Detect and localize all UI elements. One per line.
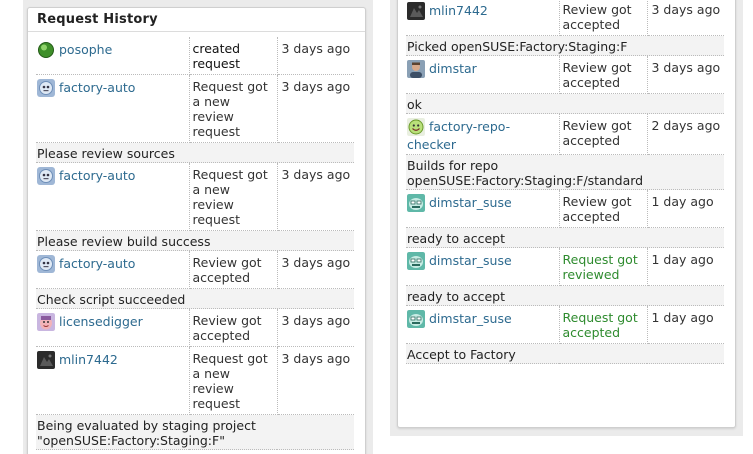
- history-row: licensedigger Review got accepted 3 days a…: [36, 308, 354, 347]
- green-smiley-icon: [407, 118, 425, 136]
- event-description: Review got accepted: [559, 189, 648, 228]
- bot-face-icon: [37, 255, 55, 273]
- user-link[interactable]: mlin7442: [429, 3, 488, 18]
- event-time: 3 days ago: [277, 346, 354, 415]
- user-link[interactable]: dimstar_suse: [429, 253, 512, 268]
- comment-row: Being evaluated by staging project "open…: [36, 414, 354, 450]
- user-link[interactable]: factory-auto: [59, 80, 135, 95]
- comment-row: Please review build success: [36, 230, 354, 251]
- teal-face-icon: [407, 310, 425, 328]
- user-link[interactable]: mlin7442: [59, 352, 118, 367]
- comment-text: Accept to Factory: [406, 343, 724, 364]
- user-link[interactable]: dimstar_suse: [429, 311, 512, 326]
- comment-row: Accept to Factory: [406, 343, 724, 364]
- history-row: dimstar_suse Request got accepted 1 day ag…: [406, 305, 724, 344]
- comment-text: Check script succeeded: [36, 288, 354, 309]
- pink-face-icon: [37, 313, 55, 331]
- teal-face-icon: [407, 194, 425, 212]
- history-row: mlin7442 Review got accepted 3 days ago: [406, 0, 724, 36]
- event-time: 3 days ago: [277, 250, 354, 289]
- comment-row: ok: [406, 93, 724, 114]
- left-column: Request History posophe created request 3 …: [23, 0, 373, 454]
- green-orb-icon: [37, 41, 55, 59]
- right-column: mlin7442 Review got accepted 3 days ago Pic…: [390, 0, 743, 436]
- comment-text: Being evaluated by staging project "open…: [36, 414, 354, 450]
- user-link[interactable]: factory-auto: [59, 256, 135, 271]
- comment-text: ready to accept: [406, 285, 724, 306]
- teal-face-icon: [407, 252, 425, 270]
- event-description: Request got a new review request: [189, 74, 278, 143]
- history-table-left: posophe created request 3 days ago factory-…: [36, 37, 354, 450]
- event-description: Request got a new review request: [189, 162, 278, 231]
- comment-text: Picked openSUSE:Factory:Staging:F: [406, 35, 724, 56]
- event-description: Review got accepted: [189, 250, 278, 289]
- event-time: 3 days ago: [277, 74, 354, 143]
- history-row: dimstar_suse Request got reviewed 1 day ag…: [406, 247, 724, 286]
- user-cell: factory-auto: [36, 250, 190, 289]
- user-link[interactable]: dimstar: [429, 61, 477, 76]
- event-description: Request got accepted: [559, 305, 648, 344]
- user-link[interactable]: posophe: [59, 42, 112, 57]
- user-cell: dimstar_suse: [406, 189, 560, 228]
- user-cell: factory-auto: [36, 74, 190, 143]
- user-cell: dimstar: [406, 55, 560, 94]
- comment-row: ready to accept: [406, 285, 724, 306]
- bot-face-icon: [37, 79, 55, 97]
- history-table-right: mlin7442 Review got accepted 3 days ago Pic…: [406, 0, 724, 364]
- comment-text: Please review build success: [36, 230, 354, 251]
- history-row: factory-auto Review got accepted 3 days ag…: [36, 250, 354, 289]
- event-time: 1 day ago: [647, 305, 724, 344]
- user-cell: mlin7442: [406, 0, 560, 36]
- comment-row: Picked openSUSE:Factory:Staging:F: [406, 35, 724, 56]
- panel-title: Request History: [28, 8, 365, 32]
- comment-text: ok: [406, 93, 724, 114]
- user-cell: factory-auto: [36, 162, 190, 231]
- user-link[interactable]: dimstar_suse: [429, 195, 512, 210]
- event-description: Review got accepted: [559, 0, 648, 36]
- event-description: Request got reviewed: [559, 247, 648, 286]
- event-time: 3 days ago: [277, 37, 354, 75]
- history-row: factory-auto Request got a new review req…: [36, 74, 354, 143]
- event-description: Review got accepted: [559, 113, 648, 155]
- dark-photo-icon: [37, 351, 55, 369]
- comment-row: ready to accept: [406, 227, 724, 248]
- history-row: factory-repo-checker Review got accepted 2…: [406, 113, 724, 155]
- event-time: 3 days ago: [277, 308, 354, 347]
- event-description: Review got accepted: [189, 308, 278, 347]
- history-row: factory-auto Request got a new review req…: [36, 162, 354, 231]
- event-time: 3 days ago: [647, 0, 724, 36]
- event-description: Review got accepted: [559, 55, 648, 94]
- comment-row: Builds for repo openSUSE:Factory:Staging…: [406, 154, 724, 190]
- history-row: dimstar Review got accepted 3 days ago: [406, 55, 724, 94]
- user-cell: dimstar_suse: [406, 247, 560, 286]
- bot-face-icon: [37, 167, 55, 185]
- user-cell: licensedigger: [36, 308, 190, 347]
- comment-text: Builds for repo openSUSE:Factory:Staging…: [406, 154, 724, 190]
- event-time: 1 day ago: [647, 247, 724, 286]
- user-link[interactable]: factory-auto: [59, 168, 135, 183]
- comment-text: Please review sources: [36, 142, 354, 163]
- person-photo-icon: [407, 60, 425, 78]
- comment-text: ready to accept: [406, 227, 724, 248]
- comment-row: Please review sources: [36, 142, 354, 163]
- user-cell: dimstar_suse: [406, 305, 560, 344]
- event-description: created request: [189, 37, 278, 75]
- event-time: 2 days ago: [647, 113, 724, 155]
- user-link[interactable]: licensedigger: [59, 314, 143, 329]
- event-time: 3 days ago: [277, 162, 354, 231]
- dark-photo-icon: [407, 2, 425, 20]
- history-row: posophe created request 3 days ago: [36, 37, 354, 75]
- request-history-panel: Request History posophe created request 3 …: [27, 7, 366, 454]
- user-cell: factory-repo-checker: [406, 113, 560, 155]
- event-time: 3 days ago: [647, 55, 724, 94]
- user-cell: posophe: [36, 37, 190, 75]
- request-history-panel-continued: mlin7442 Review got accepted 3 days ago Pic…: [397, 0, 736, 428]
- user-cell: mlin7442: [36, 346, 190, 415]
- history-row: dimstar_suse Review got accepted 1 day ago: [406, 189, 724, 228]
- comment-row: Check script succeeded: [36, 288, 354, 309]
- history-row: mlin7442 Request got a new review request…: [36, 346, 354, 415]
- event-time: 1 day ago: [647, 189, 724, 228]
- event-description: Request got a new review request: [189, 346, 278, 415]
